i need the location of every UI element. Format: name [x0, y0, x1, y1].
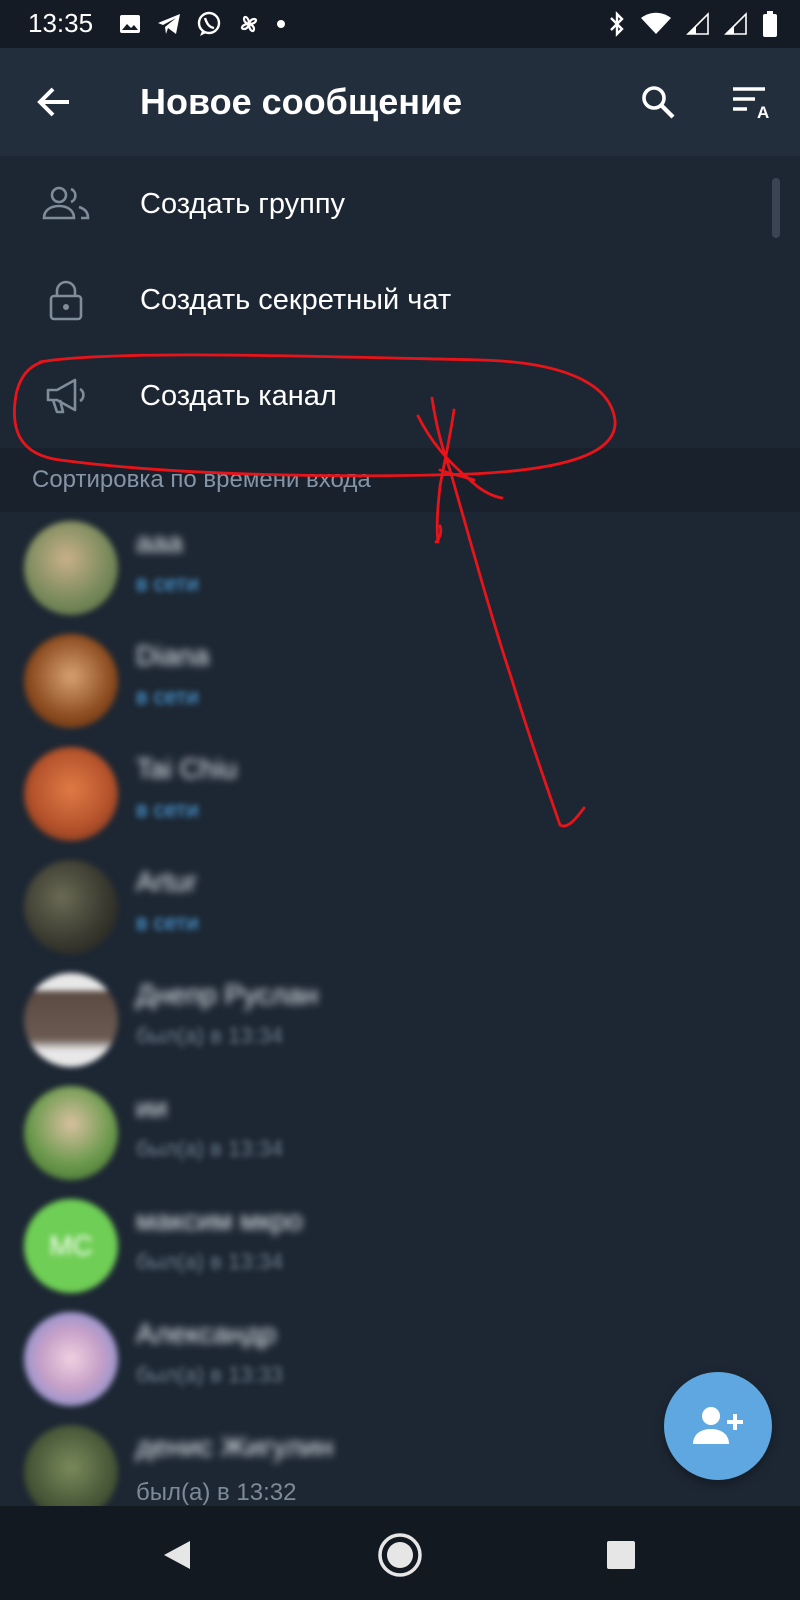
sort-label: Сортировка по времени входа [32, 466, 371, 493]
contact-row[interactable]: aaa в сети [0, 513, 800, 626]
contact-name: aaa [136, 527, 183, 558]
wifi-icon [641, 12, 671, 34]
contact-row[interactable]: Днепр Руслан был(а) в 13:34 [0, 965, 800, 1078]
create-channel-label: Создать канал [140, 380, 337, 412]
create-channel-item[interactable]: Создать канал [0, 348, 800, 444]
signal-icon [686, 12, 709, 35]
gallery-icon [120, 15, 140, 33]
create-group-label: Создать группу [140, 188, 346, 220]
contact-row[interactable]: Artur в сети [0, 852, 800, 965]
page-title: Новое сообщение [140, 81, 463, 122]
add-contact-button[interactable] [664, 1372, 772, 1480]
avatar [24, 860, 118, 954]
sort-button[interactable]: A [726, 78, 778, 126]
sort-alpha-icon: A [733, 87, 769, 119]
create-secret-chat-label: Создать секретный чат [140, 284, 452, 316]
nav-recents-icon [607, 1541, 635, 1569]
nav-home-icon [378, 1533, 422, 1577]
add-contact-icon [693, 1407, 743, 1444]
avatar [24, 634, 118, 728]
scrollbar[interactable] [772, 178, 780, 238]
nav-home-button[interactable] [373, 1528, 427, 1582]
avatar-initials: МС [49, 1230, 93, 1261]
contact-row[interactable]: Diana в сети [0, 626, 800, 739]
avatar [24, 1312, 118, 1406]
viber-icon [197, 11, 221, 36]
nav-back-button[interactable] [150, 1528, 204, 1582]
svg-text:A: A [757, 103, 769, 119]
contact-status: был(а) в 13:32 [136, 1479, 297, 1506]
contact-status: был(а) в 13:33 [136, 1362, 284, 1387]
search-button[interactable] [634, 78, 682, 126]
avatar [24, 521, 118, 615]
contact-name: максим мкро [136, 1205, 303, 1236]
notification-icons [118, 10, 286, 38]
contact-row[interactable]: МС максим мкро был(а) в 13:34 [0, 1191, 800, 1304]
contact-name: Александр [136, 1318, 277, 1349]
section-header: Сортировка по времени входа [0, 448, 800, 512]
nav-recents-button[interactable] [594, 1528, 648, 1582]
arrow-left-icon [37, 87, 69, 117]
lock-icon [40, 276, 92, 324]
contact-name: денис Жигулин [136, 1431, 334, 1462]
contact-status: в сети [136, 684, 199, 709]
contact-name: Diana [136, 640, 210, 671]
battery-icon [763, 11, 777, 37]
contact-name: Artur [136, 866, 197, 897]
pinwheel-icon [240, 15, 258, 33]
signal-icon [724, 12, 747, 35]
avatar [24, 747, 118, 841]
contact-status: в сети [136, 571, 199, 596]
contact-status: был(а) в 13:34 [136, 1136, 284, 1161]
search-icon [642, 86, 675, 119]
avatar [24, 1425, 118, 1519]
avatar: МС [24, 1199, 118, 1293]
telegram-icon [158, 14, 180, 34]
contact-status: в сети [136, 910, 199, 935]
group-icon [40, 180, 92, 228]
navigation-bar [0, 1506, 800, 1600]
contact-status: был(а) в 13:34 [136, 1023, 284, 1048]
contact-name: ии [136, 1092, 168, 1123]
contact-name: Днепр Руслан [136, 979, 319, 1010]
contact-status: в сети [136, 797, 199, 822]
contact-row[interactable]: Tai Chiu в сети [0, 739, 800, 852]
system-icons [608, 10, 778, 38]
create-menu: Создать группу Создать секретный чат Соз… [0, 156, 800, 448]
dot-icon [277, 20, 285, 28]
status-bar: 13:35 [0, 0, 800, 48]
back-button[interactable] [30, 78, 78, 126]
status-time: 13:35 [28, 8, 94, 38]
contact-name: Tai Chiu [136, 753, 238, 784]
contact-status: был(а) в 13:34 [136, 1249, 284, 1274]
avatar [24, 1086, 118, 1180]
bluetooth-icon [610, 11, 624, 37]
create-group-item[interactable]: Создать группу [0, 156, 800, 252]
megaphone-icon [40, 372, 92, 420]
contact-row[interactable]: ии был(а) в 13:34 [0, 1078, 800, 1191]
create-secret-chat-item[interactable]: Создать секретный чат [0, 252, 800, 348]
app-bar: Новое сообщение A [0, 48, 800, 156]
nav-back-icon [164, 1541, 190, 1569]
avatar [24, 973, 118, 1067]
